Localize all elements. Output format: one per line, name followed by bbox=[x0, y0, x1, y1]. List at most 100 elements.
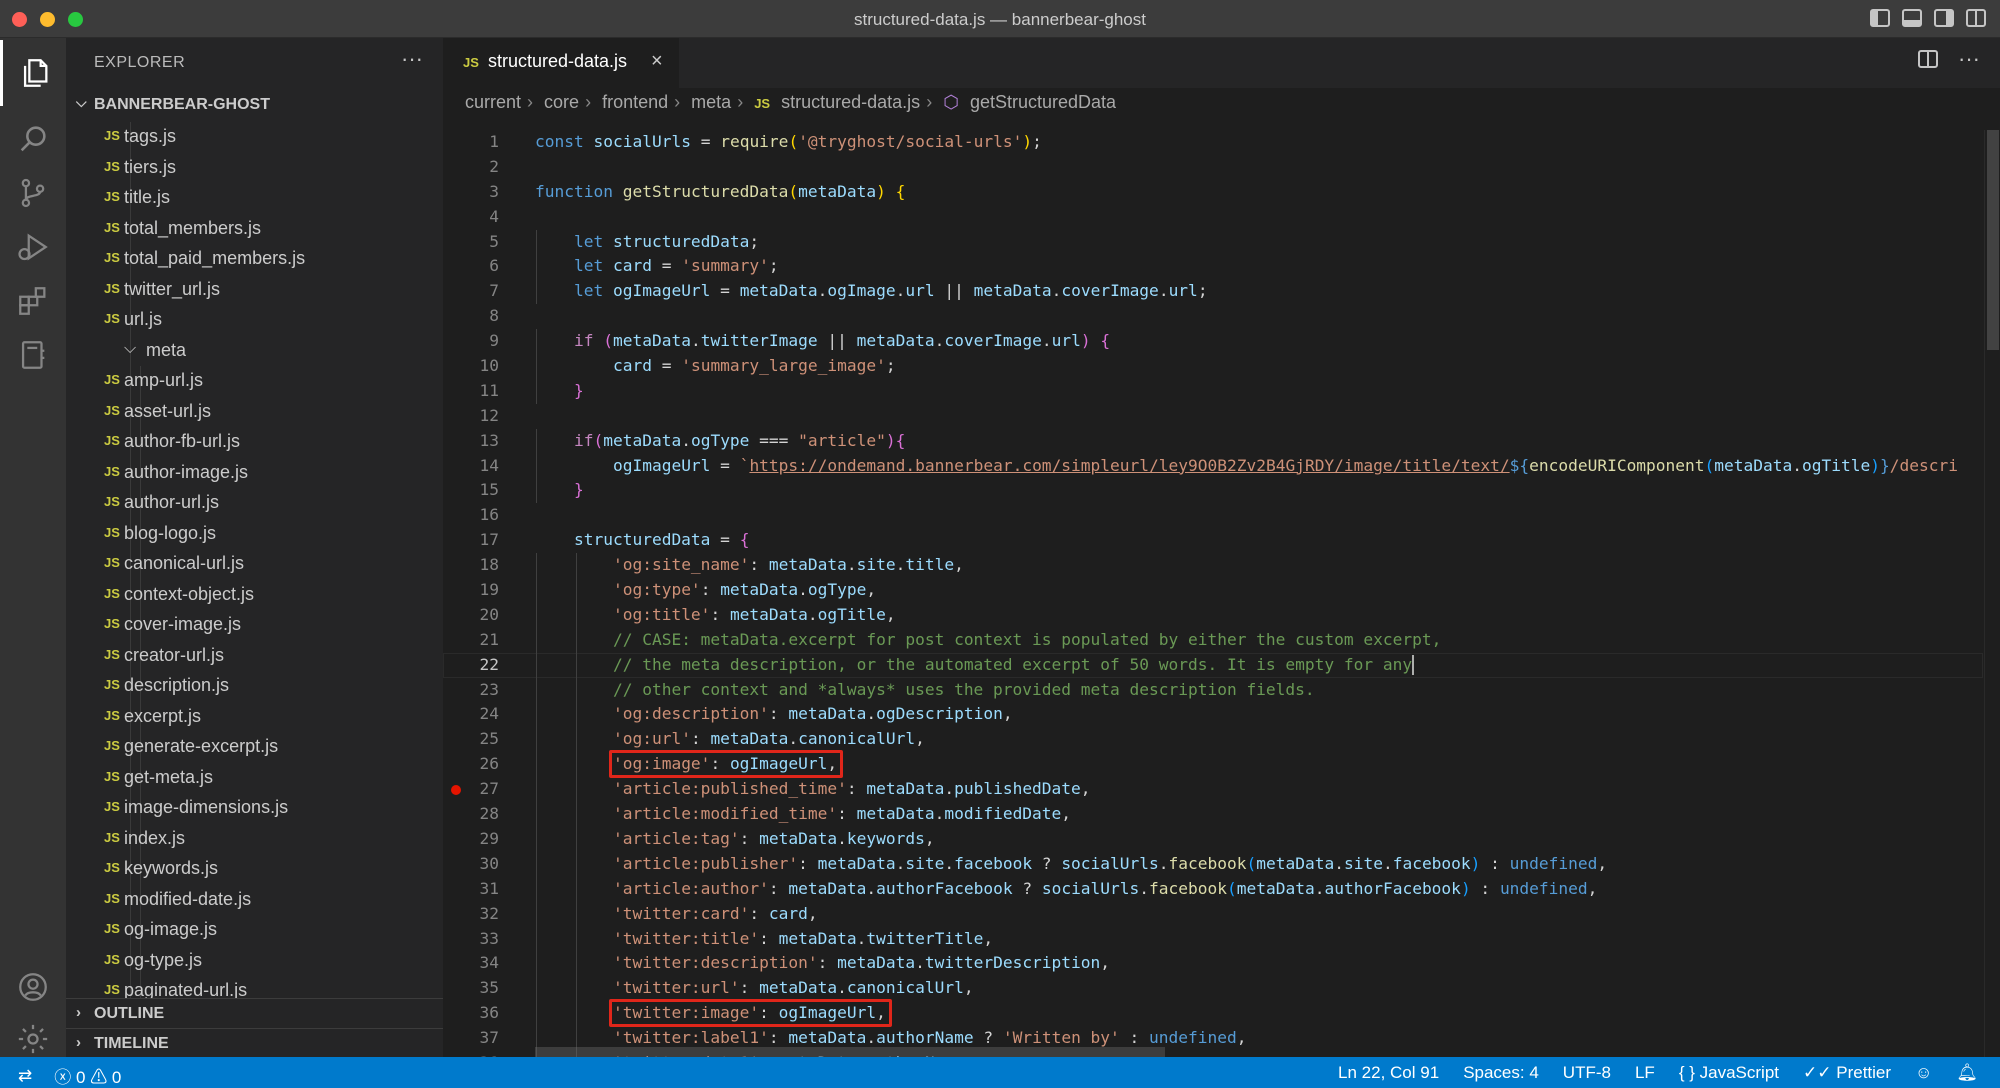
code-line[interactable]: 14 ogImageUrl = `https://ondemand.banner… bbox=[443, 453, 1983, 479]
file-tree-item[interactable]: JS title.js bbox=[66, 183, 443, 214]
code-line[interactable]: 23 // other context and *always* uses th… bbox=[443, 677, 1983, 703]
code-line[interactable]: 9 if (metaData.twitterImage || metaData.… bbox=[443, 329, 1983, 355]
file-tree-item[interactable]: JS url.js bbox=[66, 305, 443, 336]
code-line[interactable]: 26 'og:image': ogImageUrl, bbox=[443, 750, 1983, 779]
file-tree-item[interactable]: JS creator-url.js bbox=[66, 640, 443, 671]
code-line[interactable]: 21 // CASE: metaData.excerpt for post co… bbox=[443, 627, 1983, 653]
file-tree-item[interactable]: JS canonical-url.js bbox=[66, 549, 443, 580]
file-tree-item[interactable]: JS context-object.js bbox=[66, 579, 443, 610]
file-tree-item[interactable]: JS total_members.js bbox=[66, 213, 443, 244]
file-tree-item[interactable]: JS blog-logo.js bbox=[66, 518, 443, 549]
file-encoding[interactable]: UTF-8 bbox=[1563, 1063, 1611, 1083]
code-line[interactable]: 10 card = 'summary_large_image'; bbox=[443, 354, 1983, 379]
file-tree-item[interactable]: JS twitter_url.js bbox=[66, 274, 443, 305]
breadcrumb-item[interactable]: core bbox=[544, 92, 579, 112]
code-line[interactable]: 36 'twitter:image': ogImageUrl, bbox=[443, 999, 1983, 1028]
remote-indicator-icon[interactable]: ⇄ bbox=[18, 1066, 32, 1086]
file-tree-item[interactable]: JS author-url.js bbox=[66, 488, 443, 519]
code-line[interactable]: 4 bbox=[443, 205, 1983, 230]
code-line[interactable]: 15 } bbox=[443, 478, 1983, 504]
code-line[interactable]: 33 'twitter:title': metaData.twitterTitl… bbox=[443, 926, 1983, 952]
file-tree-item[interactable]: JS keywords.js bbox=[66, 854, 443, 885]
file-tree-item[interactable]: JS amp-url.js bbox=[66, 366, 443, 397]
file-tree-item[interactable]: JS paginated-url.js bbox=[66, 976, 443, 998]
file-tree-item[interactable]: JS total_paid_members.js bbox=[66, 244, 443, 275]
problems-indicator[interactable]: ⓧ 0 ⚠ 0 bbox=[54, 1063, 121, 1088]
file-tree-item[interactable]: JS cover-image.js bbox=[66, 610, 443, 641]
code-line[interactable]: 29 'article:tag': metaData.keywords, bbox=[443, 826, 1983, 852]
file-tree-item[interactable]: JS tags.js bbox=[66, 122, 443, 153]
code-line[interactable]: 22 // the meta description, or the autom… bbox=[443, 652, 1983, 678]
file-tree-item[interactable]: JS author-fb-url.js bbox=[66, 427, 443, 458]
code-line[interactable]: 34 'twitter:description': metaData.twitt… bbox=[443, 951, 1983, 977]
code-line[interactable]: 12 bbox=[443, 404, 1983, 429]
code-line[interactable]: 30 'article:publisher': metaData.site.fa… bbox=[443, 851, 1983, 877]
explorer-more-actions-button[interactable]: ··· bbox=[401, 46, 423, 72]
file-tree-item[interactable]: JS generate-excerpt.js bbox=[66, 732, 443, 763]
code-editor[interactable]: 1 const socialUrls = require('@tryghost/s… bbox=[443, 130, 1983, 1057]
code-line[interactable]: 8 bbox=[443, 304, 1983, 329]
code-line[interactable]: 5 let structuredData; bbox=[443, 229, 1983, 255]
file-tree-item[interactable]: JS tiers.js bbox=[66, 152, 443, 183]
file-tree-item[interactable]: JS modified-date.js bbox=[66, 884, 443, 915]
code-line[interactable]: 6 let card = 'summary'; bbox=[443, 254, 1983, 280]
indentation-setting[interactable]: Spaces: 4 bbox=[1463, 1063, 1539, 1083]
code-line[interactable]: 27 'article:published_time': metaData.pu… bbox=[443, 777, 1983, 803]
editor-more-actions-button[interactable]: ··· bbox=[1958, 48, 1980, 70]
code-line[interactable]: 2 bbox=[443, 155, 1983, 180]
code-line[interactable]: 7 let ogImageUrl = metaData.ogImage.url … bbox=[443, 279, 1983, 305]
file-tree-item[interactable]: JS index.js bbox=[66, 823, 443, 854]
code-line[interactable]: 1 const socialUrls = require('@tryghost/s… bbox=[443, 130, 1983, 155]
notebook-icon[interactable] bbox=[0, 322, 66, 388]
code-line[interactable]: 11 } bbox=[443, 378, 1983, 404]
code-line[interactable]: 20 'og:title': metaData.ogTitle, bbox=[443, 602, 1983, 628]
file-tree-item[interactable]: JS asset-url.js bbox=[66, 396, 443, 427]
split-editor-icon[interactable] bbox=[1918, 50, 1939, 68]
code-text: const socialUrls = require('@tryghost/so… bbox=[535, 132, 1042, 151]
scrollbar-thumb[interactable] bbox=[1987, 130, 1999, 350]
file-tree-item[interactable]: JS og-type.js bbox=[66, 945, 443, 976]
code-line[interactable]: 16 bbox=[443, 503, 1983, 528]
breadcrumb-item[interactable]: meta bbox=[691, 92, 731, 112]
breadcrumb-item[interactable]: current bbox=[465, 92, 521, 112]
project-section-header[interactable]: ⌵ BANNERBEAR-GHOST bbox=[66, 90, 443, 120]
file-tree-item[interactable]: JS get-meta.js bbox=[66, 762, 443, 793]
formatter-status[interactable]: ✓✓ Prettier bbox=[1803, 1063, 1891, 1083]
file-tree-item[interactable]: JS author-image.js bbox=[66, 457, 443, 488]
code-line[interactable]: 28 'article:modified_time': metaData.mod… bbox=[443, 802, 1983, 827]
code-line[interactable]: 13 if(metaData.ogType === "article"){ bbox=[443, 428, 1983, 454]
code-line[interactable]: 19 'og:type': metaData.ogType, bbox=[443, 578, 1983, 603]
breadcrumb-item[interactable]: frontend bbox=[602, 92, 668, 112]
language-mode[interactable]: { } JavaScript bbox=[1679, 1063, 1779, 1083]
horizontal-scrollbar[interactable] bbox=[535, 1047, 1165, 1057]
file-tree-item[interactable]: JS description.js bbox=[66, 671, 443, 702]
close-tab-icon[interactable]: × bbox=[651, 50, 663, 73]
timeline-section-header[interactable]: › TIMELINE bbox=[66, 1028, 443, 1058]
notifications-bell-icon[interactable]: 🔔︎ bbox=[1956, 1063, 1978, 1083]
code-line[interactable]: 31 'article:author': metaData.authorFace… bbox=[443, 876, 1983, 902]
cursor-position[interactable]: Ln 22, Col 91 bbox=[1338, 1063, 1439, 1083]
code-line[interactable]: 3 function getStructuredData(metaData) { bbox=[443, 180, 1983, 205]
file-tree-item[interactable]: JS excerpt.js bbox=[66, 701, 443, 732]
file-tree-item[interactable]: JS image-dimensions.js bbox=[66, 793, 443, 824]
tab-structured-data-js[interactable]: JS structured-data.js × bbox=[443, 38, 679, 88]
toggle-primary-sidebar-icon[interactable] bbox=[1870, 9, 1890, 27]
end-of-line[interactable]: LF bbox=[1635, 1063, 1655, 1083]
file-tree-item[interactable]: JS og-image.js bbox=[66, 915, 443, 946]
code-line[interactable]: 24 'og:description': metaData.ogDescript… bbox=[443, 702, 1983, 728]
code-line[interactable]: 18 'og:site_name': metaData.site.title, bbox=[443, 553, 1983, 579]
vertical-scrollbar[interactable] bbox=[1984, 130, 2000, 1057]
outline-section-header[interactable]: › OUTLINE bbox=[66, 998, 443, 1028]
customize-layout-icon[interactable] bbox=[1966, 9, 1986, 27]
code-line[interactable]: 25 'og:url': metaData.canonicalUrl, bbox=[443, 727, 1983, 753]
code-line[interactable]: 35 'twitter:url': metaData.canonicalUrl, bbox=[443, 976, 1983, 1002]
toggle-secondary-sidebar-icon[interactable] bbox=[1934, 9, 1954, 27]
files-icon[interactable] bbox=[0, 40, 66, 106]
breadcrumb-item[interactable]: getStructuredData bbox=[970, 92, 1116, 112]
toggle-panel-icon[interactable] bbox=[1902, 9, 1922, 27]
feedback-icon[interactable]: ☺ bbox=[1915, 1063, 1932, 1083]
breadcrumb-item[interactable]: structured-data.js bbox=[781, 92, 920, 112]
code-line[interactable]: 32 'twitter:card': card, bbox=[443, 901, 1983, 927]
folder-meta[interactable]: ⌵ meta bbox=[66, 335, 443, 366]
code-line[interactable]: 17 structuredData = { bbox=[443, 528, 1983, 553]
